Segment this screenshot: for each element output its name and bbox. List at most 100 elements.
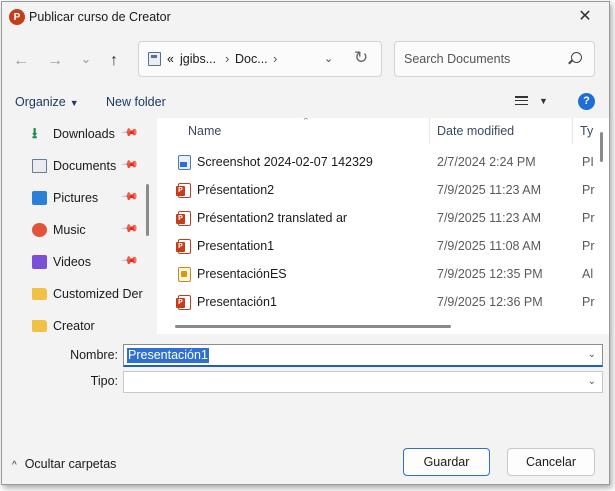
command-bar: Organize ▼ New folder ▼ ? (2, 90, 609, 116)
sidebar-item-creator[interactable]: Creator (2, 311, 142, 334)
save-button[interactable]: Guardar (403, 448, 490, 476)
name-label: Nombre: (70, 348, 118, 362)
file-row[interactable]: Présentation2 translated ar 7/9/2025 11:… (157, 204, 609, 232)
pin-icon[interactable]: 📌 (120, 187, 139, 206)
sidebar-item-downloads[interactable]: ⭳ Downloads 📌 (2, 119, 142, 149)
vertical-scrollbar[interactable] (600, 132, 603, 162)
file-type: Pr (582, 211, 595, 225)
powerpoint-file-icon (176, 183, 191, 198)
file-name-input[interactable]: Presentación1 ⌄ (123, 344, 603, 367)
file-row[interactable]: Presentación1 7/9/2025 12:36 PM Pr (157, 288, 609, 316)
sidebar-item-label: Videos (53, 255, 91, 269)
forward-button[interactable]: → (44, 50, 66, 72)
sidebar-item-label: Downloads (53, 127, 115, 141)
file-type: Pr (582, 239, 595, 253)
chevron-up-icon: ^ (12, 460, 17, 471)
sidebar-item-label: Pictures (53, 191, 99, 205)
file-date: 2/7/2024 2:24 PM (437, 155, 536, 169)
recent-locations-button[interactable]: ⌄ (75, 48, 97, 70)
pin-icon[interactable]: 📌 (120, 251, 139, 270)
pin-icon[interactable]: 📌 (120, 155, 139, 174)
hide-folders-toggle[interactable]: ^ Ocultar carpetas (12, 457, 116, 471)
new-folder-button[interactable]: New folder (106, 95, 166, 109)
pin-icon[interactable]: 📌 (120, 123, 139, 142)
this-pc-icon (148, 52, 161, 66)
chevron-down-icon[interactable]: ⌄ (588, 349, 596, 360)
file-row[interactable]: PresentaciónES 7/9/2025 12:35 PM Al (157, 260, 609, 288)
save-dialog: P Publicar curso de Creator ✕ ← → ⌄ ↑ « … (1, 1, 610, 485)
column-header-date-modified[interactable]: Date modified (437, 124, 514, 138)
title-bar: P Publicar curso de Creator ✕ (2, 2, 609, 32)
file-name: Présentation2 translated ar (197, 211, 348, 225)
column-divider[interactable] (572, 118, 573, 144)
breadcrumb-separator-icon[interactable]: › (273, 51, 277, 66)
file-name-selected-text[interactable]: Presentación1 (127, 348, 209, 363)
file-row[interactable]: Présentation2 7/9/2025 11:23 AM Pr (157, 176, 609, 204)
view-options-icon[interactable] (515, 96, 528, 107)
chevron-down-icon: ⌄ (80, 51, 92, 66)
sidebar-item-label: Creator (53, 319, 95, 333)
refresh-icon[interactable]: ↻ (354, 48, 368, 68)
file-name: Screenshot 2024-02-07 142329 (197, 155, 373, 169)
window-title: Publicar curso de Creator (29, 10, 171, 24)
slideshow-file-icon (178, 267, 191, 282)
back-arrow-icon: ← (13, 52, 29, 69)
search-input[interactable]: Search Documents (404, 52, 510, 66)
address-dropdown-icon[interactable]: ⌄ (324, 52, 333, 65)
breadcrumb-jgibs[interactable]: jgibs... (180, 52, 216, 66)
folder-icon (32, 320, 47, 332)
search-box[interactable]: Search Documents (394, 41, 595, 77)
organize-label: Organize (15, 95, 66, 109)
file-type-select[interactable]: ⌄ (123, 371, 603, 393)
horizontal-scrollbar[interactable] (175, 325, 451, 328)
chevron-down-icon[interactable]: ⌄ (588, 376, 596, 387)
up-button[interactable]: ↑ (103, 50, 125, 72)
file-date: 7/9/2025 11:08 AM (437, 239, 542, 253)
type-label: Tipo: (90, 374, 118, 388)
search-icon[interactable] (571, 52, 582, 63)
view-caret-icon[interactable]: ▼ (539, 96, 548, 106)
file-name: Presentation1 (197, 239, 275, 253)
close-button[interactable]: ✕ (575, 7, 595, 27)
sidebar-item-videos[interactable]: Videos 📌 (2, 247, 142, 277)
caret-down-icon: ▼ (69, 98, 79, 108)
powerpoint-file-icon (176, 211, 191, 226)
sidebar-item-documents[interactable]: Documents 📌 (2, 151, 142, 181)
pictures-icon (32, 191, 47, 205)
music-icon (32, 223, 47, 237)
sidebar-item-pictures[interactable]: Pictures 📌 (2, 183, 142, 213)
file-row[interactable]: Screenshot 2024-02-07 142329 2/7/2024 2:… (157, 148, 609, 176)
powerpoint-app-icon: P (9, 9, 25, 25)
file-name: PresentaciónES (197, 267, 287, 281)
sidebar-item-customized[interactable]: Customized Der (2, 279, 143, 309)
file-name: Presentación1 (197, 295, 277, 309)
folder-icon (32, 288, 47, 300)
videos-icon (32, 255, 47, 269)
column-header-type[interactable]: Ty (580, 124, 593, 138)
organize-button[interactable]: Organize ▼ (15, 95, 79, 109)
back-button[interactable]: ← (10, 50, 32, 72)
file-date: 7/9/2025 12:35 PM (437, 267, 543, 281)
file-list: ⌃ Name Date modified Ty Screenshot 2024-… (157, 118, 609, 334)
file-type: Pr (582, 295, 595, 309)
sort-ascending-icon: ⌃ (302, 118, 310, 126)
breadcrumb-documents[interactable]: Doc... (235, 52, 268, 66)
pin-icon[interactable]: 📌 (120, 219, 139, 238)
up-arrow-icon: ↑ (110, 52, 118, 69)
file-date: 7/9/2025 11:23 AM (437, 211, 542, 225)
sidebar-item-music[interactable]: Music 📌 (2, 215, 142, 245)
navigation-scrollbar[interactable] (146, 184, 149, 236)
cancel-button[interactable]: Cancelar (507, 448, 595, 476)
column-divider[interactable] (429, 118, 430, 144)
address-overflow[interactable]: « (167, 52, 174, 66)
sidebar-item-label: Documents (53, 159, 117, 173)
column-header-name[interactable]: Name (188, 124, 221, 138)
help-icon[interactable]: ? (578, 93, 595, 110)
breadcrumb-separator-icon[interactable]: › (225, 51, 229, 66)
file-type: PI (582, 155, 594, 169)
file-row[interactable]: Presentation1 7/9/2025 11:08 AM Pr (157, 232, 609, 260)
file-type: Al (582, 267, 594, 281)
address-bar[interactable]: « jgibs... › Doc... › ⌄ ↻ (138, 41, 382, 77)
sidebar-item-label: Music (53, 223, 86, 237)
powerpoint-file-icon (176, 239, 191, 254)
